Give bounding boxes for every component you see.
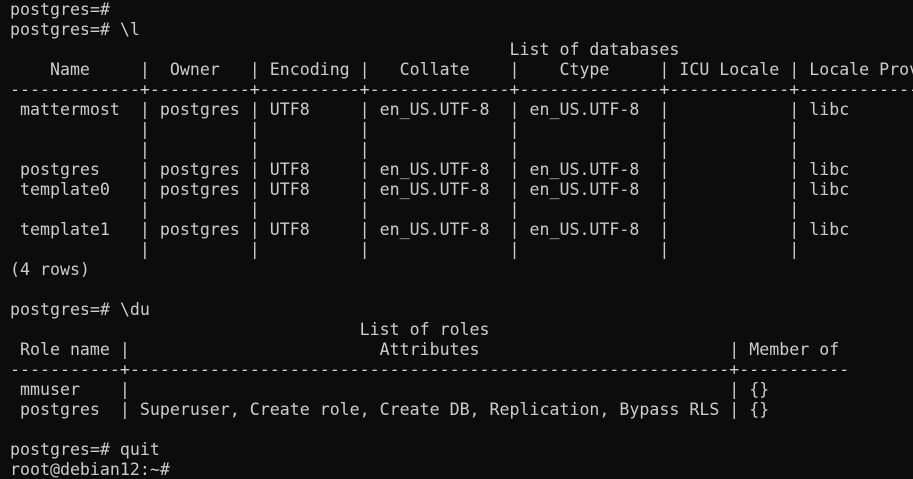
terminal-line: Name | Owner | Encoding | Collate | Ctyp… xyxy=(49,60,913,79)
terminal-line: -----------+----------------------------… xyxy=(10,360,850,379)
terminal-line: mattermost | postgres | UTF8 | en_US.UTF… xyxy=(10,100,913,119)
terminal-line: Role name | Attributes | Member of xyxy=(10,340,840,359)
terminal-line: postgres=# xyxy=(10,0,110,19)
terminal-line: postgres=# \l xyxy=(10,20,140,39)
terminal-prompt[interactable]: root@debian12:~# xyxy=(0,460,913,479)
terminal-line: | | | | | | | xyxy=(10,140,913,159)
terminal-line: List of roles xyxy=(10,320,490,339)
terminal-line: template1 | postgres | UTF8 | en_US.UTF-… xyxy=(10,220,913,239)
terminal-window[interactable]: postgres=# postgres=# \l List of databas… xyxy=(0,0,913,479)
terminal-line: template0 | postgres | UTF8 | en_US.UTF-… xyxy=(10,180,913,199)
terminal-line: postgres=# \du xyxy=(10,300,150,319)
terminal-line: postgres=# quit xyxy=(10,440,160,459)
terminal-line: postgres | Superuser, Create role, Creat… xyxy=(10,400,770,419)
terminal-line: mmuser | | {} xyxy=(10,380,770,399)
terminal-line: | | | | | | | xyxy=(10,240,913,259)
terminal-line: postgres | postgres | UTF8 | en_US.UTF-8… xyxy=(10,160,913,179)
terminal-line: (4 rows) xyxy=(10,260,90,279)
terminal-line: | | | | | | | xyxy=(10,200,913,219)
terminal-line: | | | | | | | xyxy=(10,120,913,139)
terminal-line: -------------+----------+----------+----… xyxy=(10,80,913,99)
terminal-line: List of databases xyxy=(10,40,680,59)
